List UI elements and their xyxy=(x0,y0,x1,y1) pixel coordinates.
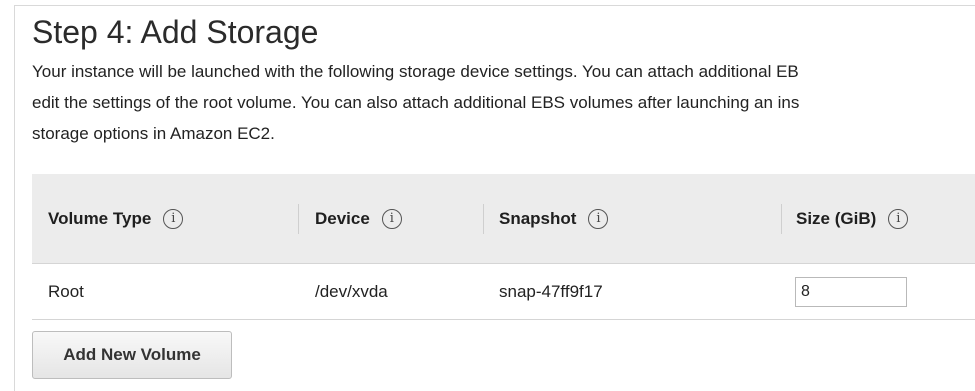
info-icon[interactable]: i xyxy=(588,208,609,229)
column-divider xyxy=(483,204,484,234)
snapshot-cell: snap-47ff9f17 xyxy=(499,281,603,301)
description-line: Your instance will be launched with the … xyxy=(32,62,799,81)
column-label: Size (GiB) xyxy=(796,208,877,228)
storage-options-link[interactable]: storage options in Amazon EC2. xyxy=(32,118,975,149)
page-title: Step 4: Add Storage xyxy=(32,14,319,50)
column-divider xyxy=(298,204,299,234)
info-icon[interactable]: i xyxy=(163,208,184,229)
volume-type-cell: Root xyxy=(48,281,84,301)
device-cell: /dev/xvda xyxy=(315,281,388,301)
storage-table: Volume Type i Device i Snapshot i Size (… xyxy=(32,174,975,320)
column-header-snapshot: Snapshot i xyxy=(499,174,609,263)
column-label: Device xyxy=(315,208,370,228)
column-header-device: Device i xyxy=(315,174,402,263)
column-label: Volume Type xyxy=(48,208,152,228)
table-row: Root /dev/xvda snap-47ff9f17 xyxy=(32,264,975,320)
column-label: Snapshot xyxy=(499,208,577,228)
description-line: edit the settings of the root volume. Yo… xyxy=(32,93,800,112)
add-new-volume-button[interactable]: Add New Volume xyxy=(32,331,232,379)
step-description: Your instance will be launched with the … xyxy=(32,56,975,149)
column-header-volume-type: Volume Type i xyxy=(48,174,184,263)
column-header-size: Size (GiB) i xyxy=(796,174,909,263)
size-input[interactable] xyxy=(795,277,907,307)
info-icon[interactable]: i xyxy=(381,208,402,229)
info-icon[interactable]: i xyxy=(888,208,909,229)
column-divider xyxy=(781,204,782,234)
table-header: Volume Type i Device i Snapshot i Size (… xyxy=(32,174,975,264)
